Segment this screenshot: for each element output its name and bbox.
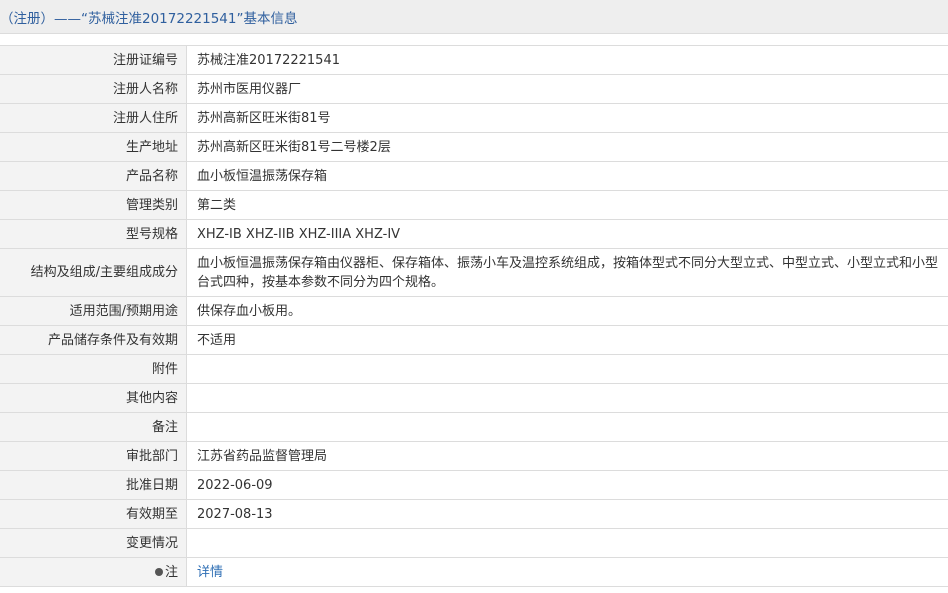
row-label: 结构及组成/主要组成成分 xyxy=(0,248,187,297)
table-row: 管理类别 第二类 xyxy=(0,190,948,220)
row-value xyxy=(186,354,948,384)
row-value: 2027-08-13 xyxy=(186,499,948,529)
table-row: 审批部门 江苏省药品监督管理局 xyxy=(0,441,948,471)
row-label: 注册证编号 xyxy=(0,45,187,75)
row-value: 不适用 xyxy=(186,325,948,355)
note-label: 注 xyxy=(164,564,178,580)
table-row: 产品名称 血小板恒温振荡保存箱 xyxy=(0,161,948,191)
row-label: 产品储存条件及有效期 xyxy=(0,325,187,355)
row-value: 苏州高新区旺米街81号 xyxy=(186,103,948,133)
row-label: 备注 xyxy=(0,412,187,442)
row-label: 生产地址 xyxy=(0,132,187,162)
row-label: 管理类别 xyxy=(0,190,187,220)
row-value: 血小板恒温振荡保存箱由仪器柜、保存箱体、振荡小车及温控系统组成，按箱体型式不同分… xyxy=(186,248,948,297)
row-value: 供保存血小板用。 xyxy=(186,296,948,326)
table-row: 备注 xyxy=(0,412,948,442)
page-title-bar: （注册）——“苏械注准20172221541”基本信息 xyxy=(0,0,948,34)
table-row: 批准日期 2022-06-09 xyxy=(0,470,948,500)
table-row: 型号规格 XHZ-IB XHZ-IIB XHZ-IIIA XHZ-IV xyxy=(0,219,948,249)
row-label: 型号规格 xyxy=(0,219,187,249)
row-value xyxy=(186,383,948,413)
row-value: 2022-06-09 xyxy=(186,470,948,500)
info-table: 注册证编号 苏械注准20172221541 注册人名称 苏州市医用仪器厂 注册人… xyxy=(0,45,948,587)
row-label: 批准日期 xyxy=(0,470,187,500)
row-value: XHZ-IB XHZ-IIB XHZ-IIIA XHZ-IV xyxy=(186,219,948,249)
table-row: 变更情况 xyxy=(0,528,948,558)
table-row: 适用范围/预期用途 供保存血小板用。 xyxy=(0,296,948,326)
row-label: 注册人名称 xyxy=(0,74,187,104)
row-value xyxy=(186,412,948,442)
table-row: 注册证编号 苏械注准20172221541 xyxy=(0,45,948,75)
table-row: 有效期至 2027-08-13 xyxy=(0,499,948,529)
location-pin-icon xyxy=(154,567,163,576)
table-row: 附件 xyxy=(0,354,948,384)
row-value-note: 详情 xyxy=(186,557,948,587)
table-row: 注册人名称 苏州市医用仪器厂 xyxy=(0,74,948,104)
row-label: 注册人住所 xyxy=(0,103,187,133)
row-label-note: 注 xyxy=(0,557,187,587)
row-value xyxy=(186,528,948,558)
row-label: 适用范围/预期用途 xyxy=(0,296,187,326)
row-label: 变更情况 xyxy=(0,528,187,558)
page-title: （注册）——“苏械注准20172221541”基本信息 xyxy=(0,10,298,27)
row-value: 血小板恒温振荡保存箱 xyxy=(186,161,948,191)
table-row: 其他内容 xyxy=(0,383,948,413)
row-value: 第二类 xyxy=(186,190,948,220)
row-label: 审批部门 xyxy=(0,441,187,471)
table-row: 结构及组成/主要组成成分 血小板恒温振荡保存箱由仪器柜、保存箱体、振荡小车及温控… xyxy=(0,248,948,297)
row-value: 苏械注准20172221541 xyxy=(186,45,948,75)
row-label: 产品名称 xyxy=(0,161,187,191)
details-link[interactable]: 详情 xyxy=(197,565,223,580)
row-label: 其他内容 xyxy=(0,383,187,413)
table-row: 注 详情 xyxy=(0,557,948,587)
row-value: 江苏省药品监督管理局 xyxy=(186,441,948,471)
row-label: 有效期至 xyxy=(0,499,187,529)
table-row: 产品储存条件及有效期 不适用 xyxy=(0,325,948,355)
row-label: 附件 xyxy=(0,354,187,384)
table-row: 生产地址 苏州高新区旺米街81号二号楼2层 xyxy=(0,132,948,162)
row-value: 苏州市医用仪器厂 xyxy=(186,74,948,104)
spacer xyxy=(0,34,948,45)
row-value: 苏州高新区旺米街81号二号楼2层 xyxy=(186,132,948,162)
table-row: 注册人住所 苏州高新区旺米街81号 xyxy=(0,103,948,133)
